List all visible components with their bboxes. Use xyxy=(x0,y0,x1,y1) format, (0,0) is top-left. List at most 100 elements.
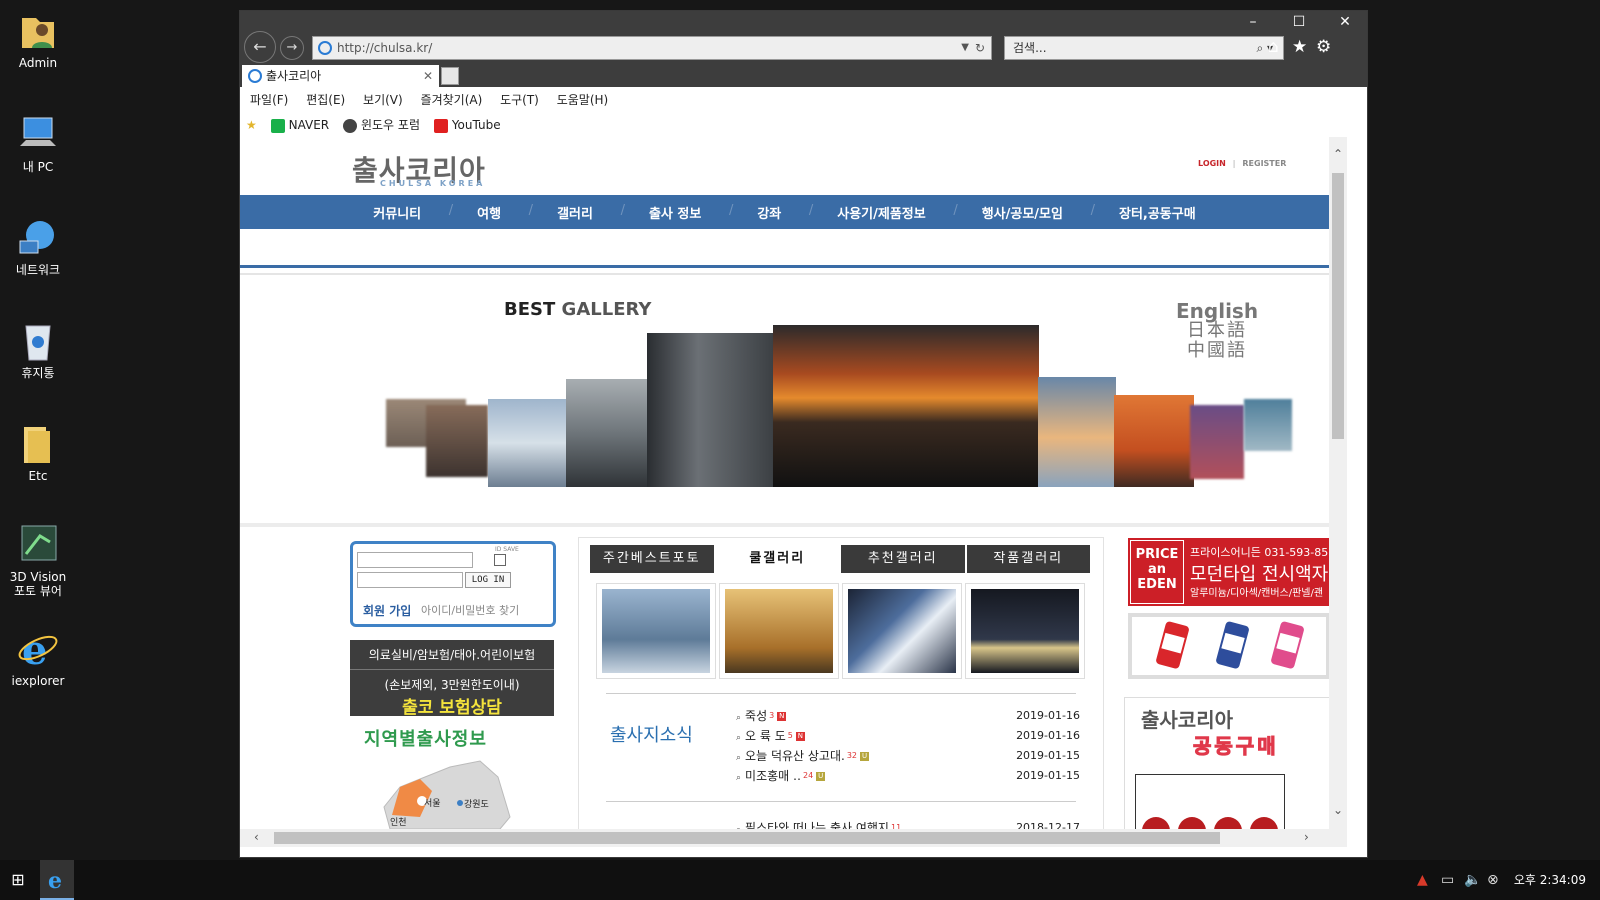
frame-shop-ad[interactable]: PRICE an EDEN 프라이스어니든 031-593-8528 모던타입 … xyxy=(1128,538,1329,606)
tab-weekly-best[interactable]: 주간베스트포토 xyxy=(590,545,716,573)
user-id-input[interactable] xyxy=(357,552,473,568)
home-icon[interactable]: ⌂ xyxy=(1268,37,1279,57)
lang-chinese[interactable]: 中國語 xyxy=(1176,341,1258,361)
desktop-icon-my-pc[interactable]: 내 PC xyxy=(2,112,74,174)
favorites-star-icon[interactable]: ★ xyxy=(1292,37,1307,57)
menu-tools[interactable]: 도구(T) xyxy=(500,93,539,107)
horizontal-scrollbar[interactable]: ‹ › xyxy=(240,829,1347,847)
forward-button[interactable]: → xyxy=(280,36,304,60)
tray-volume-icon[interactable]: 🔈 xyxy=(1464,860,1481,900)
carousel-photo-featured[interactable] xyxy=(773,325,1039,487)
gallery-thumbnail[interactable] xyxy=(719,583,839,679)
menu-file[interactable]: 파일(F) xyxy=(250,93,288,107)
news-item[interactable]: ⌕ 죽성 3 N 2019-01-16 xyxy=(736,707,1080,725)
nav-market[interactable]: 장터,공동구매 xyxy=(1091,203,1224,222)
news-item[interactable]: ⌕ 오늘 덕유산 상고대. 32 U 2019-01-15 xyxy=(736,747,1080,765)
nav-travel[interactable]: 여행 xyxy=(449,203,533,222)
gallery-thumbnail[interactable] xyxy=(596,583,716,679)
back-button[interactable]: ← xyxy=(244,31,276,63)
login-link[interactable]: LOGIN xyxy=(1198,159,1226,168)
eden-headline: 모던타입 전시액자 xyxy=(1190,564,1329,585)
fav-windows-forum[interactable]: 윈도우 포럼 xyxy=(342,113,420,137)
address-text: http://chulsa.kr/ xyxy=(337,41,433,55)
menu-favorites[interactable]: 즐겨찾기(A) xyxy=(421,93,483,107)
dropdown-icon[interactable]: ▼ xyxy=(961,37,969,59)
nav-shoot-info[interactable]: 출사 정보 xyxy=(621,203,734,222)
news-item[interactable]: ⌕ 미조홍매 ‥ 24 U 2019-01-15 xyxy=(736,767,1080,785)
find-account-link[interactable]: 아이디/비밀번호 찾기 xyxy=(421,602,519,618)
id-save-checkbox[interactable] xyxy=(494,554,506,566)
gear-icon[interactable]: ⚙ xyxy=(1316,37,1331,57)
carousel-photo[interactable] xyxy=(647,333,775,487)
desktop-icon-admin[interactable]: Admin xyxy=(2,8,74,70)
tab-chulsa[interactable]: 출사코리아 ✕ xyxy=(242,65,439,87)
scroll-left-icon[interactable]: ‹ xyxy=(254,830,259,844)
korea-map[interactable]: 서울 강원도 인천 xyxy=(380,757,520,829)
insurance-ad[interactable]: 의료실비/암보험/태아.어린이보험 (손보제외, 3만원한도이내) 출코 보험상… xyxy=(350,640,554,718)
carousel-photo[interactable] xyxy=(1038,377,1116,487)
carousel-photo[interactable] xyxy=(1244,399,1292,451)
desktop-icon-3d-vision[interactable]: 3D Vision 포토 뷰어 xyxy=(2,522,74,598)
new-tab-button[interactable] xyxy=(441,67,459,85)
menu-view[interactable]: 보기(V) xyxy=(363,93,403,107)
carousel-photo[interactable] xyxy=(426,405,488,477)
news-item[interactable]: ⌕필스타와 떠나는 출사 여행지112018-12-17 xyxy=(736,819,1080,829)
desktop-icon-recycle-bin[interactable]: 휴지통 xyxy=(2,318,74,380)
maximize-button[interactable]: ☐ xyxy=(1276,11,1322,33)
refresh-icon[interactable]: ↻ xyxy=(975,37,985,59)
vertical-scrollbar[interactable]: ⌃ ⌄ xyxy=(1329,137,1347,829)
clock[interactable]: 오후 2:34:09 xyxy=(1514,860,1586,900)
tray-shield-icon[interactable]: ▲ xyxy=(1417,860,1428,900)
nav-lessons[interactable]: 강좌 xyxy=(729,203,813,222)
carousel-photo[interactable] xyxy=(1190,405,1244,479)
search-box[interactable]: 검색... ⌕ ▾ xyxy=(1004,36,1284,60)
scroll-right-icon[interactable]: › xyxy=(1304,830,1309,844)
product-ad[interactable] xyxy=(1128,613,1329,679)
carousel-photo[interactable] xyxy=(488,399,568,487)
carousel-photo[interactable] xyxy=(1114,395,1194,487)
close-tab-icon[interactable]: ✕ xyxy=(423,65,433,87)
news-item[interactable]: ⌕ 오 륙 도 5 N 2019-01-16 xyxy=(736,727,1080,745)
gallery-thumbnail[interactable] xyxy=(965,583,1085,679)
gallery-thumbnail[interactable] xyxy=(842,583,962,679)
tab-works-gallery[interactable]: 작품갤러리 xyxy=(966,545,1092,573)
menu-edit[interactable]: 편집(E) xyxy=(306,93,345,107)
menu-bar: 파일(F) 편집(E) 보기(V) 즐겨찾기(A) 도구(T) 도움말(H) xyxy=(240,87,1367,113)
regional-info-title: 지역별출사정보 xyxy=(364,729,487,750)
nav-gallery[interactable]: 갤러리 xyxy=(529,203,625,222)
scroll-up-icon[interactable]: ⌃ xyxy=(1333,147,1343,161)
group-buy-banner[interactable]: 출사코리아 공동구매 xyxy=(1124,697,1329,829)
minimize-button[interactable]: – xyxy=(1230,11,1276,33)
nav-community[interactable]: 커뮤니티 xyxy=(345,203,453,222)
password-input[interactable] xyxy=(357,572,463,588)
carousel-photo[interactable] xyxy=(566,379,650,487)
desktop-icon-etc[interactable]: Etc xyxy=(2,421,74,483)
scroll-thumb[interactable] xyxy=(1332,173,1344,439)
menu-help[interactable]: 도움말(H) xyxy=(557,93,609,107)
start-button[interactable]: ⊞ xyxy=(0,860,36,900)
nav-reviews[interactable]: 사용기/제품정보 xyxy=(809,203,958,222)
site-logo[interactable]: 출사코리아 CHULSA KOREA xyxy=(352,149,486,189)
news-section-title[interactable]: 출사지소식 xyxy=(610,721,693,747)
desktop-icon-iexplorer[interactable]: e iexplorer xyxy=(2,626,74,688)
scroll-down-icon[interactable]: ⌄ xyxy=(1333,803,1343,817)
login-button[interactable]: LOG IN xyxy=(465,572,511,588)
taskbar-ie-button[interactable]: e xyxy=(40,860,74,900)
fav-youtube[interactable]: YouTube xyxy=(433,113,501,137)
tray-status-icon[interactable]: ⊗ xyxy=(1487,860,1499,900)
address-bar[interactable]: http://chulsa.kr/ ▼ ↻ xyxy=(312,36,992,60)
register-link[interactable]: REGISTER xyxy=(1242,159,1286,168)
join-link[interactable]: 회원 가입 xyxy=(363,602,411,619)
nav-events[interactable]: 행사/공모/모임 xyxy=(954,203,1096,222)
tab-recommended-gallery[interactable]: 추천갤러리 xyxy=(841,545,967,573)
tray-network-icon[interactable]: ▭ xyxy=(1441,860,1454,900)
fav-naver[interactable]: NAVER xyxy=(270,113,329,137)
tab-cool-gallery[interactable]: 쿨갤러리 xyxy=(715,545,841,573)
add-favorite-icon[interactable]: ★ xyxy=(246,113,257,137)
lang-english[interactable]: English xyxy=(1176,301,1258,321)
scroll-thumb[interactable] xyxy=(274,832,1220,844)
close-button[interactable]: ✕ xyxy=(1322,11,1368,33)
desktop-icon-network[interactable]: 네트워크 xyxy=(2,215,74,277)
eden-subtitle: 알루미늄/디아섹/캔버스/판넬/괜 xyxy=(1190,588,1324,599)
lang-japanese[interactable]: 日本語 xyxy=(1176,321,1258,341)
